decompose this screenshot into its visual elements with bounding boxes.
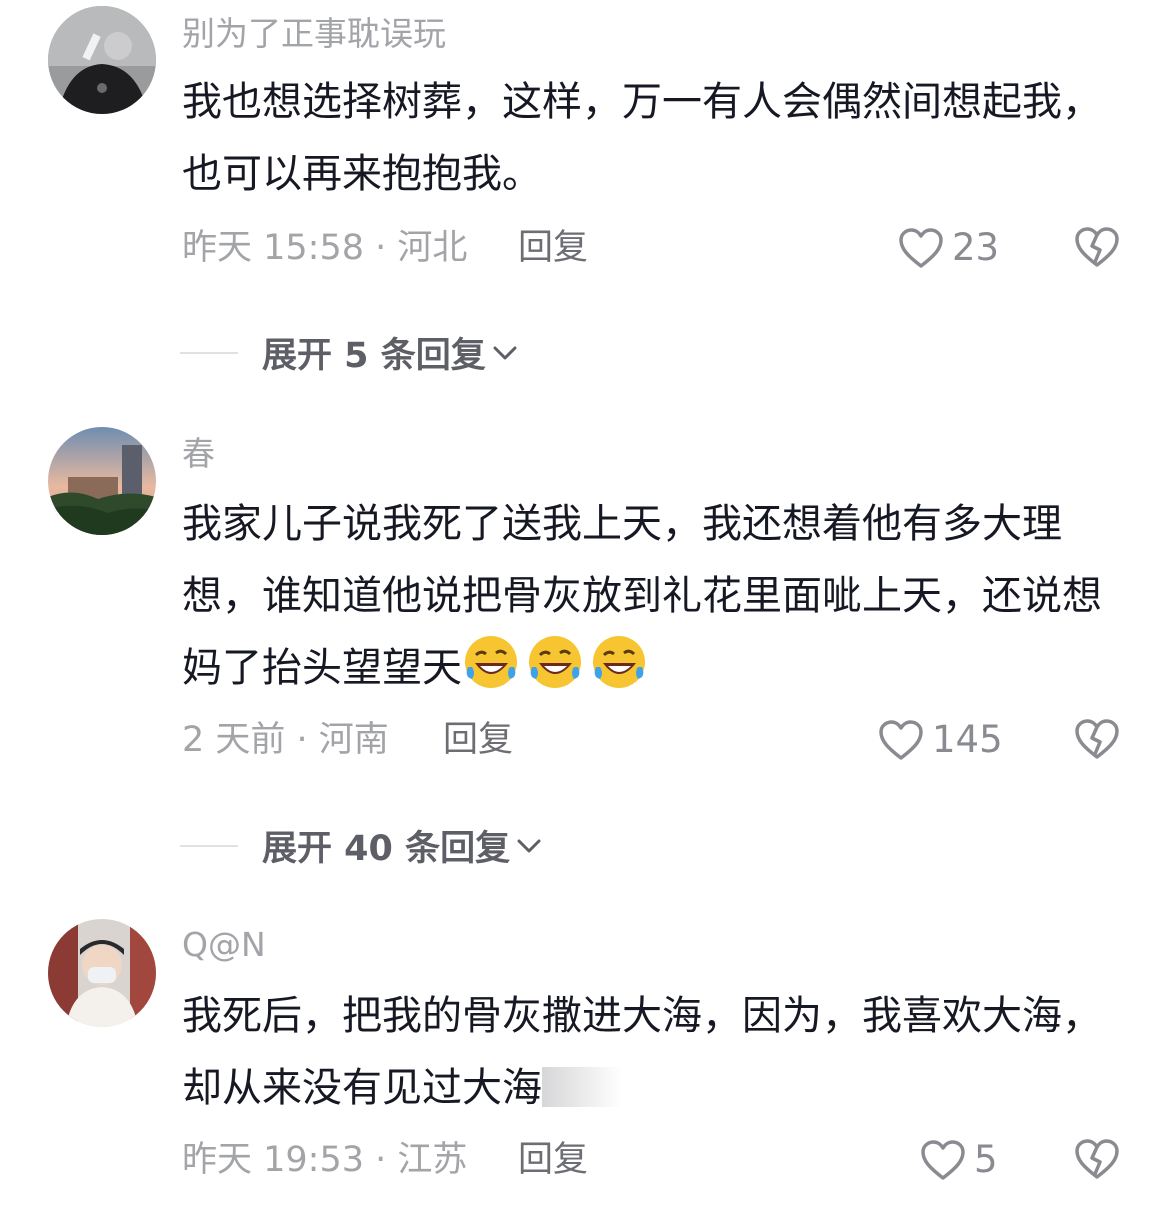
comment-meta: 昨天 19:53 · 江苏 [182,1140,468,1180]
comment-text: 我死后，把我的骨灰撒进大海，因为，我喜欢大海，却从来没有见过大海 [182,980,1112,1124]
comment-text: 我家儿子说我死了送我上天，我还想着他有多大理想，谁知道他说把骨灰放到礼花里面呲上… [182,488,1112,704]
expand-replies-button[interactable]: 展开 40 条回复 [180,820,544,871]
comment-author[interactable]: 别为了正事耽误玩 [182,14,446,54]
heart-outline-icon [921,1140,965,1180]
expand-replies-button[interactable]: 展开 5 条回复 [180,327,520,378]
rofl-emoji [529,636,581,688]
comment-text: 我也想选择树葬，这样，万一有人会偶然间想起我，也可以再来抱抱我。 [182,79,1102,197]
rofl-emoji [593,636,645,688]
heart-outline-icon [879,720,923,760]
reply-button[interactable]: 回复 [518,226,588,270]
reply-button[interactable]: 回复 [518,1138,588,1182]
reply-button[interactable]: 回复 [443,718,513,762]
divider-line [180,844,238,847]
like-count: 145 [932,718,1003,761]
dislike-button[interactable] [1074,226,1120,272]
heart-outline-icon [899,228,943,268]
like-count: 23 [952,226,1000,269]
like-button[interactable]: 145 [878,718,1003,762]
broken-heart-icon [1075,719,1119,759]
like-button[interactable]: 23 [898,226,999,270]
avatar[interactable] [48,427,156,535]
expand-replies-label: 展开 5 条回复 [262,336,486,376]
dislike-button[interactable] [1074,1138,1120,1184]
broken-heart-icon [1075,1139,1119,1179]
dislike-button[interactable] [1074,718,1120,764]
broken-heart-icon [1075,227,1119,267]
avatar[interactable] [48,919,156,1027]
comment-meta: 2 天前 · 河南 [182,720,389,760]
text-fade-overlay [542,1067,622,1107]
comment-author[interactable]: Q@N [182,925,266,965]
expand-replies-label: 展开 40 条回复 [262,829,511,869]
rofl-emoji [465,636,517,688]
chevron-down-icon [493,346,517,359]
like-button[interactable]: 5 [920,1138,998,1182]
comment-meta: 昨天 15:58 · 河北 [182,228,468,268]
divider-line [180,351,238,354]
avatar[interactable] [48,6,156,114]
comment-author[interactable]: 春 [182,434,215,474]
like-count: 5 [974,1138,998,1181]
chevron-down-icon [517,839,541,852]
comment-text-content: 我死后，把我的骨灰撒进大海，因为，我喜欢大海，却从来没有见过大海 [182,993,1102,1111]
